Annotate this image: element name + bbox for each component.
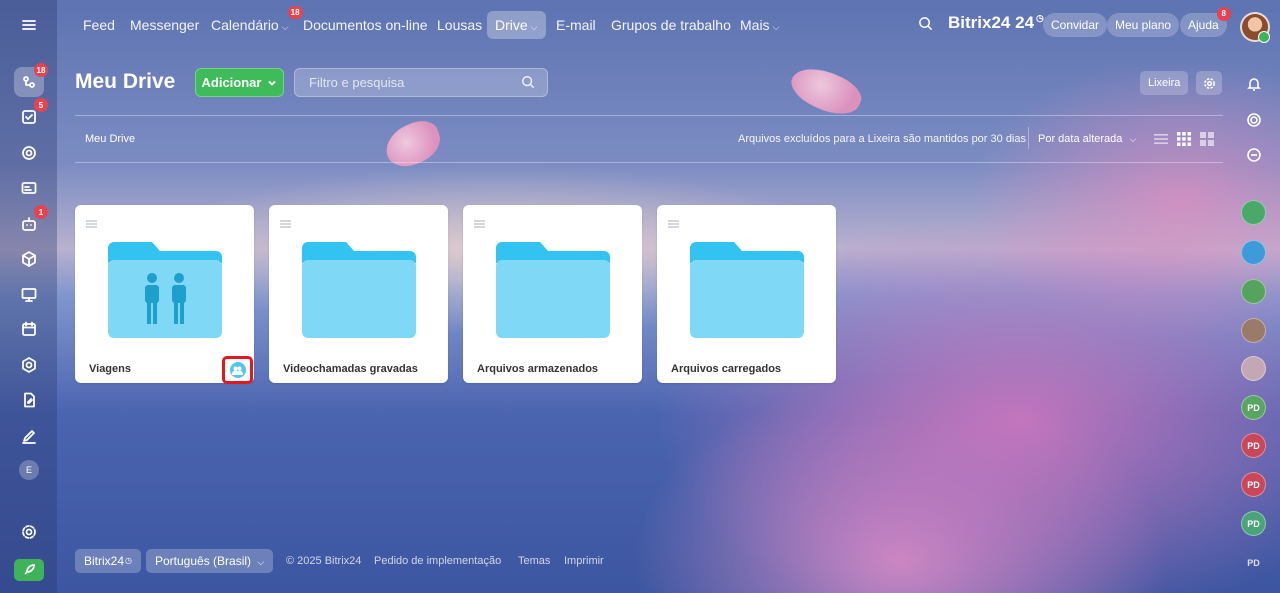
nav-drive[interactable]: Drive ⌵ [487,11,546,39]
invite-button[interactable]: Convidar [1043,13,1108,37]
contact-avatar-pd[interactable]: PD [1241,472,1266,497]
calendar-icon[interactable] [14,314,44,344]
folder-name: Videochamadas gravadas [283,363,418,375]
contact-avatar[interactable] [1241,200,1266,225]
nav-feed[interactable]: Feed [75,11,123,39]
page-title: Meu Drive [75,70,176,93]
nav-boards[interactable]: Lousas [429,11,490,39]
gear-icon [1203,77,1215,89]
user-initial-avatar[interactable]: E [19,460,39,480]
my-plan-button[interactable]: Meu plano [1107,13,1180,37]
language-selector[interactable]: Português (Brasil) ⌵ [146,549,274,573]
drive-settings-button[interactable] [1196,71,1222,95]
petal-decoration [785,58,867,124]
divider [1028,127,1029,149]
chevron-down-icon: ⌵ [257,557,265,567]
footer-link-print[interactable]: Imprimir [564,555,604,567]
left-sidebar: 18 5 1 E [0,0,57,593]
footer-link-implementation[interactable]: Pedido de implementação [374,555,501,567]
drag-handle-icon[interactable] [86,215,97,233]
folder-tile-arquivos-carregados[interactable]: Arquivos carregados [657,205,836,383]
tasks-icon[interactable]: 5 [14,98,48,132]
nav-calendar[interactable]: Calendário ⌵ 18 [203,6,303,39]
drag-handle-icon[interactable] [474,215,485,233]
presentation-icon[interactable] [14,280,44,310]
online-status-icon [1258,31,1270,43]
copilot-spiral-icon[interactable] [1243,109,1265,131]
shared-folder-icon [108,242,222,338]
copyright: © 2025 Bitrix24 [286,555,362,567]
nav-messenger[interactable]: Messenger [122,11,207,39]
search-field[interactable] [294,68,548,97]
retention-note: Arquivos excluídos para a Lixeira são ma… [738,133,1026,145]
chevron-down-icon: ⌵ [281,22,289,32]
search-icon[interactable] [918,16,936,34]
contact-avatar[interactable] [1241,356,1266,381]
contact-avatar[interactable] [1241,318,1266,343]
folder-tile-videochamadas[interactable]: Videochamadas gravadas [269,205,448,383]
activity-badge: 18 [34,63,48,77]
tasks-badge: 5 [34,98,48,112]
help-button[interactable]: Ajuda 8 [1180,7,1231,37]
brand-logo[interactable]: Bitrix24 24 ◷ [948,13,1044,33]
settings-gear-icon[interactable] [14,517,44,547]
divider [75,115,1223,116]
large-tiles-view-icon[interactable] [1199,131,1215,147]
nav-workgroups[interactable]: Grupos de trabalho [603,11,739,39]
list-view-icon[interactable] [1153,131,1169,147]
shared-users-icon [229,362,246,378]
add-button[interactable]: Adicionar [195,68,284,97]
folder-icon [690,242,804,338]
document-sign-icon[interactable] [14,385,44,415]
contact-card-icon[interactable] [14,173,44,203]
divider [75,162,1223,163]
folder-name: Arquivos carregados [671,363,782,375]
search-input[interactable] [295,69,533,96]
clock-icon: ◷ [125,556,132,565]
pen-icon[interactable] [14,421,44,451]
notifications-bell-icon[interactable] [1243,73,1265,95]
nav-email[interactable]: E-mail [548,11,604,39]
chevron-down-icon: ⌵ [1129,134,1137,144]
activity-stream-icon[interactable]: 18 [14,63,48,97]
folder-icon [496,242,610,338]
nav-more[interactable]: Mais ⌵ [732,11,787,39]
folder-name: Arquivos armazenados [477,363,599,375]
contact-avatar-pd[interactable]: PD [1241,550,1266,575]
shared-folder-badge[interactable] [222,356,253,384]
automation-bot-icon[interactable]: 1 [14,205,48,239]
grid-view-icon[interactable] [1176,131,1192,147]
contact-avatar-pd[interactable]: PD [1241,511,1266,536]
contact-avatar-pd[interactable]: PD [1241,395,1266,420]
crm-target-icon[interactable] [14,138,44,168]
trash-button[interactable]: Lixeira [1140,71,1189,95]
box-icon[interactable] [14,244,44,274]
group-chat-avatar[interactable] [1241,240,1266,265]
hexagon-icon[interactable] [14,350,44,380]
nav-online-documents[interactable]: Documentos on-line [295,11,436,39]
chevron-down-icon: ⌵ [772,22,780,32]
help-badge: 8 [1216,7,1231,21]
folder-icon [302,242,416,338]
chevron-down-icon: ⌵ [530,22,538,32]
contact-avatar-pd[interactable]: PD [1241,433,1266,458]
drag-handle-icon[interactable] [280,215,291,233]
contact-avatar[interactable] [1241,279,1266,304]
sort-dropdown[interactable]: Por data alterada ⌵ [1038,133,1136,145]
chat-bubble-icon[interactable] [1243,144,1265,166]
footer-link-themes[interactable]: Temas [518,555,550,567]
breadcrumb[interactable]: Meu Drive [85,133,135,145]
automation-badge: 1 [34,205,48,219]
chevron-down-icon [268,80,277,86]
folder-tile-arquivos-armazenados[interactable]: Arquivos armazenados [463,205,642,383]
footer-brand[interactable]: Bitrix24◷ [75,549,141,573]
rocket-icon[interactable] [14,559,44,581]
menu-icon[interactable] [14,10,44,40]
search-icon[interactable] [521,75,535,94]
drag-handle-icon[interactable] [668,215,679,233]
folder-name: Viagens [89,363,131,375]
petal-decoration [379,115,447,173]
